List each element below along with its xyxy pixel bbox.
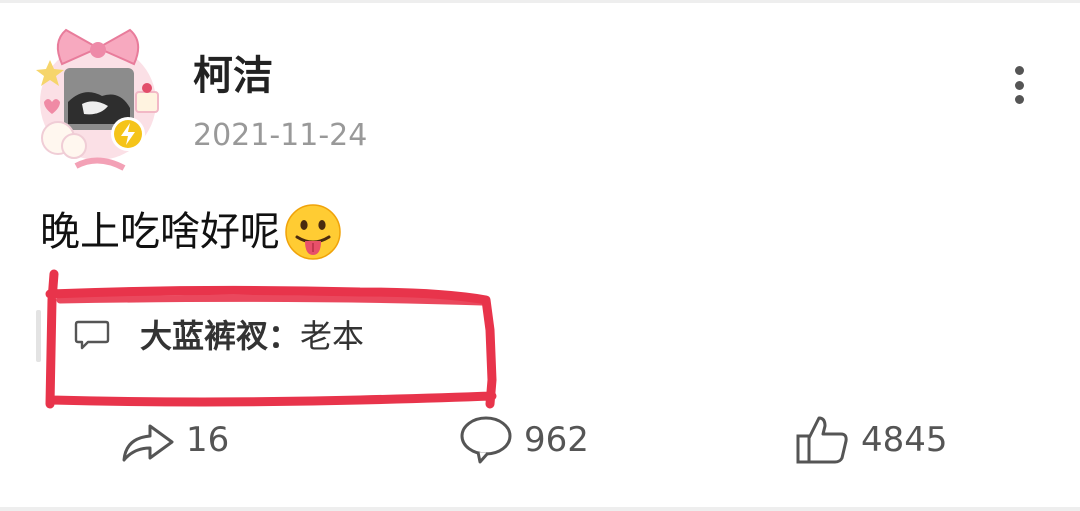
share-button[interactable]: 16 — [120, 412, 229, 468]
share-count: 16 — [186, 420, 230, 460]
comment-button[interactable]: 962 — [458, 412, 589, 468]
top-divider — [0, 0, 1080, 3]
post-date: 2021-11-24 — [193, 118, 368, 153]
comment-bubble-icon — [74, 320, 110, 350]
comment-count: 962 — [524, 420, 589, 460]
ellipsis-dot — [1014, 80, 1024, 90]
author-name[interactable]: 柯洁 — [193, 52, 273, 100]
thumbs-up-icon — [796, 416, 848, 464]
comment-body: 老本 — [300, 317, 365, 355]
like-count: 4845 — [861, 420, 948, 460]
comment-preview-text: 大蓝裤衩：老本 — [140, 314, 364, 358]
commenter-name[interactable]: 大蓝裤衩： — [140, 317, 300, 355]
share-arrow-icon — [122, 424, 174, 462]
like-button[interactable]: 4845 — [795, 412, 948, 468]
post-content: 晚上吃啥好呢 — [40, 200, 342, 264]
bottom-divider — [0, 507, 1080, 511]
vertical-ellipsis-icon — [1014, 66, 1024, 75]
comment-preview[interactable]: 大蓝裤衩：老本 — [36, 310, 476, 366]
quote-bar — [36, 310, 41, 362]
ellipsis-dot — [1014, 95, 1024, 104]
more-options-button[interactable] — [1004, 62, 1034, 108]
post-text: 晚上吃啥好呢 — [40, 209, 280, 255]
avatar[interactable] — [28, 20, 168, 180]
comment-bubble-icon — [460, 416, 512, 464]
tongue-out-emoji-icon — [285, 204, 341, 260]
